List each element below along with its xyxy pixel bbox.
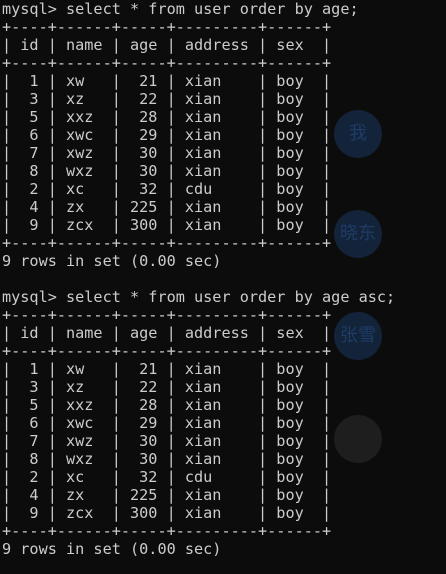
table-row: | 9 | zcx | 300 | xian | boy |	[2, 216, 332, 234]
table-row: | 5 | xxz | 28 | xian | boy |	[2, 396, 332, 414]
table-row: | 6 | xwc | 29 | xian | boy |	[2, 414, 332, 432]
table-row: | 9 | zcx | 300 | xian | boy |	[2, 504, 332, 522]
table-row: | 5 | xxz | 28 | xian | boy |	[2, 108, 332, 126]
query-block-2: mysql> select * from user order by age a…	[0, 288, 446, 558]
table-border-mid: +----+------+-----+---------+------+	[2, 54, 332, 72]
result-summary: 9 rows in set (0.00 sec)	[2, 252, 222, 270]
table-row: | 4 | zx | 225 | xian | boy |	[2, 198, 332, 216]
table-row: | 7 | xwz | 30 | xian | boy |	[2, 432, 332, 450]
table-border-mid: +----+------+-----+---------+------+	[2, 342, 332, 360]
table-row: | 1 | xw | 21 | xian | boy |	[2, 72, 332, 90]
table-header-row: | id | name | age | address | sex |	[2, 324, 332, 342]
table-border-top: +----+------+-----+---------+------+	[2, 18, 332, 36]
table-row: | 3 | xz | 22 | xian | boy |	[2, 90, 332, 108]
command-line: mysql> select * from user order by age;	[2, 0, 359, 18]
table-row: | 8 | wxz | 30 | xian | boy |	[2, 162, 332, 180]
table-border-bottom: +----+------+-----+---------+------+	[2, 234, 332, 252]
table-row: | 3 | xz | 22 | xian | boy |	[2, 378, 332, 396]
table-header-row: | id | name | age | address | sex |	[2, 36, 332, 54]
table-row: | 6 | xwc | 29 | xian | boy |	[2, 126, 332, 144]
table-row: | 2 | xc | 32 | cdu | boy |	[2, 468, 332, 486]
table-row: | 8 | wxz | 30 | xian | boy |	[2, 450, 332, 468]
result-summary: 9 rows in set (0.00 sec)	[2, 540, 222, 558]
table-row: | 2 | xc | 32 | cdu | boy |	[2, 180, 332, 198]
terminal-window[interactable]: 我 晓东 张雪 mysql> select * from user order …	[0, 0, 446, 574]
table-border-top: +----+------+-----+---------+------+	[2, 306, 332, 324]
table-row: | 1 | xw | 21 | xian | boy |	[2, 360, 332, 378]
table-row: | 4 | zx | 225 | xian | boy |	[2, 486, 332, 504]
table-border-bottom: +----+------+-----+---------+------+	[2, 522, 332, 540]
table-row: | 7 | xwz | 30 | xian | boy |	[2, 144, 332, 162]
command-line: mysql> select * from user order by age a…	[2, 288, 396, 306]
query-block-1: mysql> select * from user order by age; …	[0, 0, 446, 270]
